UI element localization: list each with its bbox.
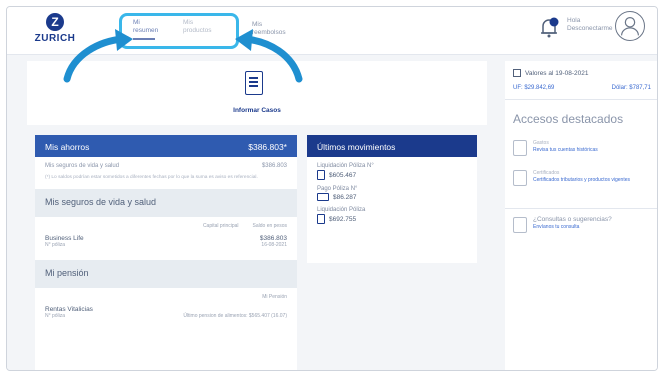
ahorros-row[interactable]: Mis seguros de vida y salud $386.803 [35, 163, 297, 169]
movimiento-amount: $605.467 [329, 171, 357, 179]
valores-box: Valores al 19-08-2021 UF: $29.842,69 Dól… [505, 61, 657, 91]
doc-icon [317, 170, 325, 180]
acceso-certificados[interactable]: Certificados Certificados tributarios y … [505, 170, 657, 186]
movimiento-amount: $692.755 [329, 215, 357, 223]
movimiento-item[interactable]: Pago Póliza N° $86.287 [307, 186, 477, 201]
movimiento-amount: $86.287 [333, 193, 357, 201]
seguros-date: 16-08-2021 [261, 242, 287, 248]
receipt-icon [513, 140, 527, 156]
ahorros-card: Mis ahorros $386.803* Mis seguros de vid… [35, 135, 297, 370]
user-greeting: Hola Desconectarme [567, 17, 613, 33]
pension-detail: Último pension de alimentos: $565.407 (1… [183, 313, 287, 319]
dolar-value: Dólar: $787,71 [611, 85, 651, 91]
pension-meta-row: N° póliza Último pension de alimentos: $… [35, 313, 297, 319]
arrow-left-icon [63, 29, 133, 83]
card-icon [317, 193, 329, 201]
acceso-gastos[interactable]: Gastos Revisa tus cuentas históricas [505, 140, 657, 156]
arrow-right-icon [235, 29, 303, 83]
seguros-col-saldo: Saldo en pesos [252, 223, 287, 229]
pension-poliza: N° póliza [45, 313, 66, 319]
calendar-icon [513, 69, 521, 77]
ahorros-note: (*) Lo saldos podrían estar sometidos a … [45, 175, 258, 180]
seguros-value: $386.803 [259, 235, 287, 242]
divider [505, 99, 657, 100]
logout-link[interactable]: Desconectarme [567, 25, 613, 33]
ahorros-row-value: $386.803 [261, 163, 287, 169]
ahorros-total: $386.803* [248, 142, 287, 152]
acceso-link[interactable]: Certificados tributarios y productos vig… [533, 177, 630, 184]
ahorros-row-label: Mis seguros de vida y salud [45, 163, 120, 169]
seguros-title: Mis seguros de vida y salud [35, 189, 297, 217]
pension-col: Mi Pensión [262, 294, 287, 300]
valores-title: Valores al 19-08-2021 [525, 69, 589, 77]
ahorros-title: Mis ahorros [45, 142, 90, 152]
pension-product: Rentas Vitalicias [45, 306, 93, 313]
consultas-item[interactable]: ¿Consultas o sugerencias? Envíanos tu co… [505, 208, 657, 233]
certificate-icon [513, 170, 527, 186]
movimiento-title: Liquidación Póliza [317, 207, 366, 213]
right-sidebar: Valores al 19-08-2021 UF: $29.842,69 Dól… [505, 61, 657, 370]
app-window: ZURICH Mi resumen Mis productos Mis reem… [6, 6, 658, 371]
accesos-title: Accesos destacados [513, 112, 624, 126]
consultas-title: ¿Consultas o sugerencias? [533, 216, 612, 223]
seguros-poliza: N° póliza [45, 242, 66, 248]
informar-casos-label: Informar Casos [233, 107, 281, 114]
seguros-product: Business Life [45, 235, 84, 242]
main-content: Informar Casos Mis ahorros $386.803* Mis… [7, 55, 657, 370]
acceso-link[interactable]: Revisa tus cuentas históricas [533, 147, 598, 154]
ahorros-header: Mis ahorros $386.803* [35, 135, 297, 157]
seguros-meta-row: N° póliza 16-08-2021 [35, 242, 297, 248]
movimientos-title: Últimos movimientos [307, 135, 477, 157]
movimiento-item[interactable]: Liquidación Póliza $692.755 [307, 207, 477, 224]
seguros-col-capital: Capital principal [202, 223, 239, 229]
seguros-columns: Capital principal Saldo en pesos [35, 223, 297, 229]
pension-product-row[interactable]: Rentas Vitalicias [35, 306, 297, 313]
movimiento-item[interactable]: Liquidación Póliza N° $605.467 [307, 163, 477, 180]
bell-icon[interactable] [539, 17, 559, 39]
avatar-icon[interactable] [615, 11, 645, 41]
movimientos-card: Últimos movimientos Liquidación Póliza N… [307, 135, 477, 263]
doc-icon [317, 214, 325, 224]
seguros-product-row[interactable]: Business Life $386.803 [35, 235, 297, 242]
uf-value: UF: $29.842,69 [513, 85, 555, 91]
consultas-link[interactable]: Envíanos tu consulta [533, 224, 612, 231]
greeting-hola: Hola [567, 17, 581, 24]
pension-title: Mi pensión [35, 260, 297, 288]
movimiento-title: Pago Póliza N° [317, 186, 358, 192]
pension-columns: Mi Pensión [35, 294, 297, 300]
movimiento-title: Liquidación Póliza N° [317, 163, 374, 169]
chat-icon [513, 217, 527, 233]
